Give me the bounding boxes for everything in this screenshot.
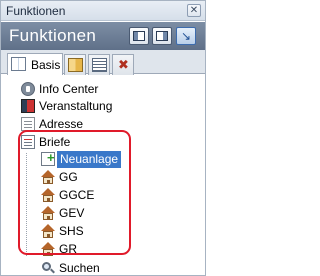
tree-item-label: Info Center bbox=[39, 82, 99, 96]
panel-left-button[interactable] bbox=[129, 27, 149, 45]
list-icon bbox=[92, 58, 107, 72]
close-icon[interactable]: ✕ bbox=[187, 4, 201, 17]
book-icon bbox=[11, 57, 26, 71]
tab-folder[interactable] bbox=[64, 54, 86, 75]
tab-tools[interactable]: ✖ bbox=[112, 54, 134, 75]
info-icon bbox=[21, 82, 35, 96]
tab-basis-label: Basis bbox=[31, 58, 61, 72]
folder-book-icon bbox=[68, 58, 83, 72]
panel-left-icon bbox=[133, 31, 145, 41]
tools-icon: ✖ bbox=[118, 57, 129, 72]
event-icon bbox=[21, 99, 35, 113]
address-icon bbox=[21, 117, 35, 131]
pin-down-icon: ↘ bbox=[181, 29, 192, 43]
tree-item-label: Veranstaltung bbox=[39, 99, 113, 113]
tab-list[interactable] bbox=[88, 54, 110, 75]
functions-panel: Funktionen ✕ Funktionen ↘ Basis ✖ Info C… bbox=[0, 0, 206, 276]
panel-right-icon bbox=[156, 31, 168, 41]
panel-header: Funktionen ↘ bbox=[1, 22, 205, 50]
highlight-annotation bbox=[18, 130, 131, 255]
window-title: Funktionen bbox=[6, 4, 66, 18]
tab-strip: Basis ✖ bbox=[1, 50, 205, 75]
pin-button[interactable]: ↘ bbox=[176, 27, 196, 45]
panel-right-button[interactable] bbox=[152, 27, 172, 45]
panel-title: Funktionen bbox=[9, 26, 97, 45]
search-icon bbox=[41, 261, 55, 275]
tab-basis[interactable]: Basis bbox=[7, 53, 63, 75]
tree-item-label: Suchen bbox=[59, 261, 100, 275]
window-titlebar: Funktionen ✕ bbox=[1, 1, 205, 21]
